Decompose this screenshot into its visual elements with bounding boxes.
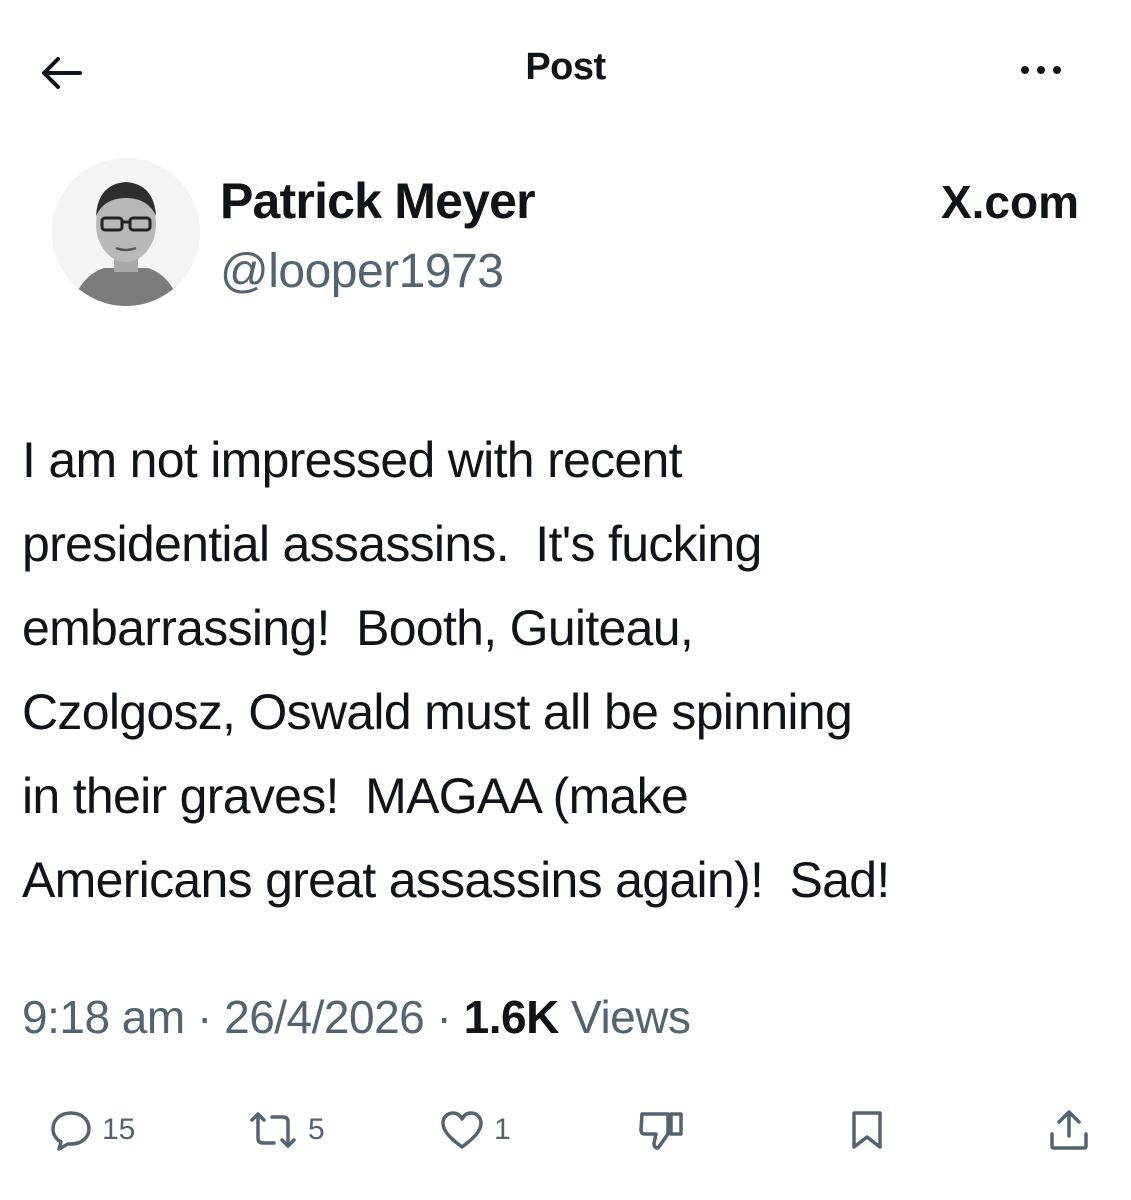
share-button[interactable] <box>1048 1095 1090 1165</box>
thumbs-down-icon <box>639 1112 683 1150</box>
dislike-button[interactable] <box>638 1095 684 1165</box>
top-bar: Post <box>0 0 1131 130</box>
ellipsis-icon <box>1021 66 1029 74</box>
reply-icon <box>51 1111 91 1151</box>
repost-count: 5 <box>308 1113 325 1146</box>
views-label: Views <box>571 991 691 1043</box>
page-title: Post <box>525 46 606 88</box>
bookmark-button[interactable] <box>850 1095 884 1165</box>
reply-button[interactable]: 15 <box>50 1095 135 1165</box>
meta-separator: · <box>197 991 212 1043</box>
post-time: 9:18 am <box>22 991 185 1043</box>
heart-icon <box>441 1111 483 1149</box>
author-name[interactable]: Patrick Meyer <box>220 172 536 230</box>
meta-separator: · <box>436 991 452 1043</box>
reply-count: 15 <box>102 1113 136 1146</box>
post-meta: 9:18 am · 26/4/2026 · 1.6K Views <box>22 990 691 1044</box>
repost-button[interactable]: 5 <box>248 1095 325 1165</box>
bookmark-icon <box>852 1111 882 1149</box>
like-button[interactable]: 1 <box>440 1095 511 1165</box>
profile-photo <box>52 158 200 306</box>
share-icon <box>1050 1110 1088 1150</box>
author-handle[interactable]: @looper1973 <box>220 244 504 299</box>
repost-icon <box>250 1112 296 1148</box>
views-count: 1.6K <box>463 991 560 1043</box>
like-count: 1 <box>494 1113 511 1146</box>
post-date[interactable]: 26/4/2026 <box>224 991 425 1043</box>
action-bar: 15 5 1 <box>0 1095 1131 1165</box>
avatar[interactable] <box>52 158 200 306</box>
more-options-button[interactable] <box>1011 58 1071 82</box>
post-text: I am not impressed with recent president… <box>22 432 890 908</box>
source-label: X.com <box>940 176 1079 228</box>
